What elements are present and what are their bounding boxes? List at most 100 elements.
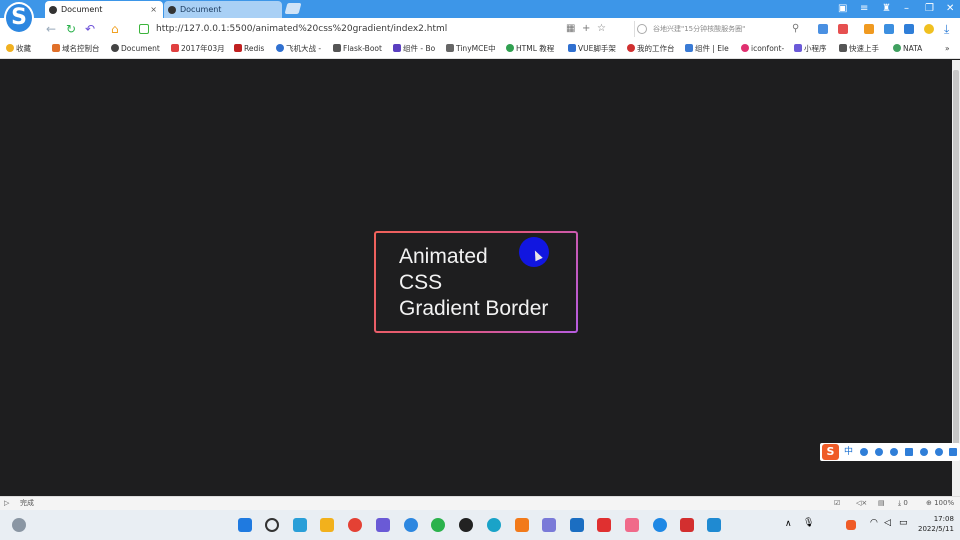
chrome-icon[interactable] xyxy=(348,518,362,532)
search-engine-icon xyxy=(637,24,647,34)
restore-icon[interactable]: ❐ xyxy=(925,3,934,15)
card-line: Gradient Border xyxy=(399,297,549,320)
translate-icon[interactable] xyxy=(884,24,894,34)
bookmark-item[interactable]: 我的工作台 xyxy=(627,43,675,55)
secure-shield-icon xyxy=(139,24,149,34)
taskbar-search-icon[interactable] xyxy=(265,518,279,532)
download-icon[interactable]: ⤓ xyxy=(944,22,949,36)
app-icon[interactable] xyxy=(376,518,390,532)
tab-title: Document xyxy=(180,5,222,14)
skin-icon[interactable]: ▣ xyxy=(838,3,847,15)
bookmark-item[interactable]: 2017年03月 xyxy=(171,43,225,55)
check-icon[interactable]: ☑ xyxy=(834,497,840,510)
tab-favicon-icon xyxy=(49,6,57,14)
firefox-icon[interactable] xyxy=(515,518,529,532)
bookmark-item[interactable]: Flask-Boot xyxy=(333,43,382,55)
tab-document[interactable]: Document xyxy=(164,1,282,18)
emoji-icon[interactable] xyxy=(875,448,883,456)
wps-icon[interactable] xyxy=(680,518,694,532)
scissors-icon[interactable] xyxy=(838,24,848,34)
grid-icon[interactable]: ▦ xyxy=(566,22,575,36)
search-icon[interactable]: ⚲ xyxy=(792,22,799,36)
ime-toolbar: S 中 xyxy=(820,443,960,461)
new-tab-button[interactable] xyxy=(284,3,302,14)
app-icon[interactable] xyxy=(625,518,639,532)
punctuation-icon[interactable] xyxy=(860,448,868,456)
key-icon[interactable] xyxy=(864,24,874,34)
vscode-icon[interactable] xyxy=(707,518,721,532)
battery-icon[interactable]: ▭ xyxy=(899,518,908,528)
microphone-icon[interactable]: 🎙 xyxy=(803,518,814,528)
bookmark-item[interactable]: 域名控制台 xyxy=(52,43,100,55)
app-icon[interactable] xyxy=(542,518,556,532)
search-input[interactable]: 谷地兴建"15分钟核酸服务圈" xyxy=(634,21,806,37)
address-url: http://127.0.0.1:5500/animated%20css%20g… xyxy=(156,24,448,34)
home-icon[interactable]: ⌂ xyxy=(111,22,119,36)
bookmark-item[interactable]: iconfont- xyxy=(741,43,784,55)
taskbar-clock[interactable]: 17:08 2022/5/11 xyxy=(918,514,954,534)
app-icon[interactable] xyxy=(653,518,667,532)
app-icon[interactable] xyxy=(597,518,611,532)
keyboard-icon[interactable] xyxy=(905,448,913,456)
qq-icon[interactable] xyxy=(459,518,473,532)
address-bar[interactable]: http://127.0.0.1:5500/animated%20css%20g… xyxy=(136,21,626,37)
bookmarks-overflow-icon[interactable]: » xyxy=(945,43,950,55)
wifi-icon[interactable]: ◠ xyxy=(870,518,878,528)
mute-icon[interactable]: ◁× xyxy=(856,497,867,510)
search-placeholder: 谷地兴建"15分钟核酸服务圈" xyxy=(653,25,746,33)
zoom-level[interactable]: ⊕ 100% xyxy=(926,497,954,510)
back-icon[interactable]: ← xyxy=(46,22,56,36)
app-icon[interactable] xyxy=(570,518,584,532)
user-icon[interactable] xyxy=(920,448,928,456)
bookmark-item[interactable]: NATA xyxy=(893,43,922,55)
ime-mode[interactable]: 中 xyxy=(844,445,853,459)
bookmark-item[interactable]: Document xyxy=(111,43,160,55)
tab-close-icon[interactable]: × xyxy=(150,1,157,18)
volume-icon[interactable]: ◁ xyxy=(884,518,891,528)
microphone-icon[interactable] xyxy=(890,448,898,456)
clock-date: 2022/5/11 xyxy=(918,525,954,533)
tray-chevron-icon[interactable]: ∧ xyxy=(785,519,792,529)
undo-icon[interactable]: ↶ xyxy=(85,22,95,36)
start-button-icon[interactable] xyxy=(238,518,252,532)
ime-tray-icon[interactable] xyxy=(846,520,856,530)
emoji-icon[interactable] xyxy=(924,24,934,34)
bookmark-item[interactable]: Redis xyxy=(234,43,264,55)
page-icon[interactable]: ▤ xyxy=(878,497,885,510)
sogou-logo-icon[interactable]: S xyxy=(822,444,839,460)
toolbox-icon[interactable] xyxy=(949,448,957,456)
tab-favicon-icon xyxy=(168,6,176,14)
star-icon[interactable]: ☆ xyxy=(597,22,606,36)
download-count[interactable]: ⤓ 0 xyxy=(898,497,908,510)
media-player-icon[interactable] xyxy=(320,518,334,532)
card-line: CSS xyxy=(399,271,443,294)
bookmark-item[interactable]: 组件 | Ele xyxy=(685,43,729,55)
scrollbar-thumb[interactable] xyxy=(953,70,959,460)
clock-time: 17:08 xyxy=(933,515,954,523)
close-window-icon[interactable]: ✕ xyxy=(946,3,954,15)
menu-icon[interactable]: ≡ xyxy=(860,3,868,15)
sogou-browser-icon[interactable] xyxy=(404,518,418,532)
tab-title: Document xyxy=(61,5,103,14)
minimize-icon[interactable]: – xyxy=(904,3,909,15)
bookmark-item[interactable]: VUE脚手架 xyxy=(568,43,616,55)
task-view-icon[interactable] xyxy=(293,518,307,532)
login-icon[interactable] xyxy=(818,24,828,34)
edge-icon[interactable] xyxy=(487,518,501,532)
refresh-icon[interactable]: ↻ xyxy=(66,22,76,36)
add-icon[interactable]: + xyxy=(582,22,590,36)
screenshot-icon[interactable] xyxy=(904,24,914,34)
bookmark-item[interactable]: 小程序 xyxy=(794,43,827,55)
shirt-icon[interactable]: ♜ xyxy=(882,3,891,15)
tab-document-active[interactable]: Document × xyxy=(45,1,163,18)
bookmark-favorites[interactable]: 收藏 xyxy=(6,43,31,55)
bookmark-item[interactable]: 飞机大战 - xyxy=(276,43,321,55)
weather-icon[interactable] xyxy=(12,518,26,532)
bookmark-item[interactable]: TinyMCE中 xyxy=(446,43,496,55)
skin-icon[interactable] xyxy=(935,448,943,456)
wechat-icon[interactable] xyxy=(431,518,445,532)
bookmark-item[interactable]: HTML 教程 xyxy=(506,43,554,55)
bookmark-item[interactable]: 快速上手 xyxy=(839,43,879,55)
bookmark-item[interactable]: 组件 - Bo xyxy=(393,43,435,55)
windows-taskbar: ∧ 🎙 ◠ ◁ ▭ xyxy=(0,510,960,540)
